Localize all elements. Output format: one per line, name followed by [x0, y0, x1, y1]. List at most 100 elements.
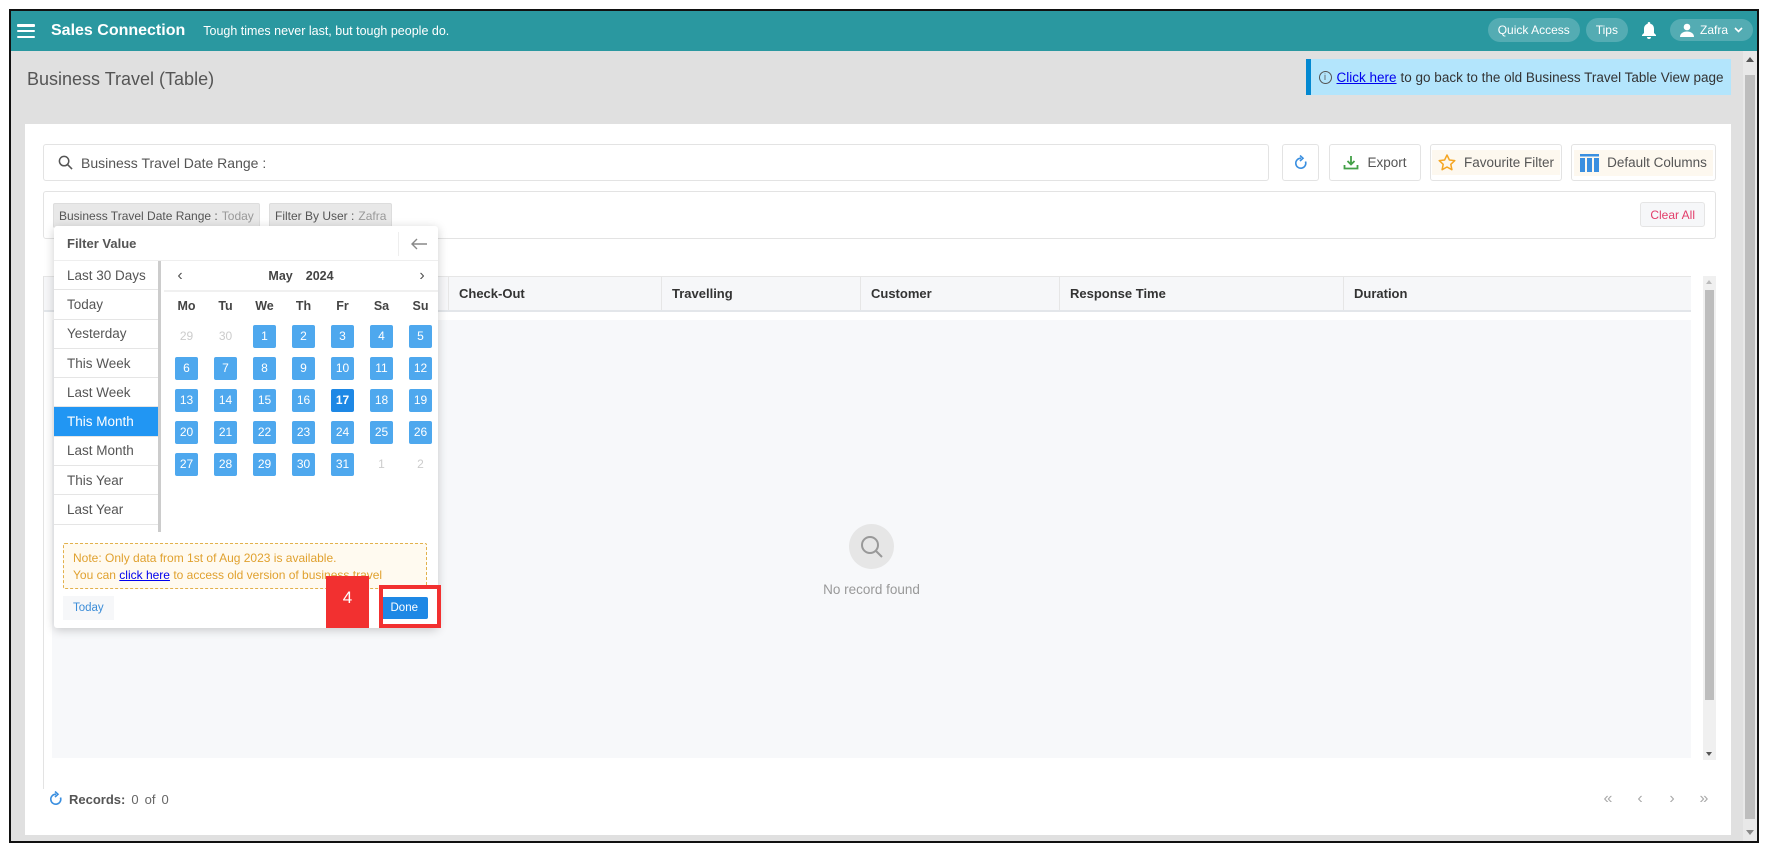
calendar-day[interactable]: 8: [245, 352, 284, 384]
calendar-day-number: 14: [214, 388, 237, 412]
prev-month-icon[interactable]: ‹: [170, 267, 190, 285]
favourite-filter-button[interactable]: Favourite Filter: [1430, 144, 1562, 181]
calendar-day-number: 29: [253, 452, 276, 476]
popover-title: Filter Value: [67, 235, 137, 251]
search-input[interactable]: Business Travel Date Range :: [43, 144, 1269, 181]
column-header-customer[interactable]: Customer: [861, 277, 1060, 310]
prev-page-icon[interactable]: ‹: [1634, 790, 1646, 808]
banner-text: to go back to the old Business Travel Ta…: [1400, 69, 1724, 85]
user-menu[interactable]: Zafra: [1669, 19, 1753, 41]
brand-name[interactable]: Sales Connection: [51, 22, 185, 40]
preset-item[interactable]: Yesterday: [54, 319, 158, 349]
column-header-duration[interactable]: Duration: [1344, 277, 1491, 310]
next-month-icon[interactable]: ›: [412, 267, 432, 285]
records-shown: 0: [131, 791, 139, 807]
calendar-month[interactable]: May: [268, 269, 292, 283]
preset-item[interactable]: Last 30 Days: [54, 261, 158, 291]
calendar-day-number: 26: [409, 420, 432, 444]
export-button[interactable]: Export: [1329, 144, 1421, 181]
calendar-day[interactable]: 13: [167, 384, 206, 416]
tagline: Tough times never last, but tough people…: [203, 24, 450, 38]
next-page-icon[interactable]: ›: [1666, 790, 1678, 808]
calendar-day[interactable]: 10: [323, 352, 362, 384]
calendar-day[interactable]: 29: [245, 448, 284, 480]
today-button[interactable]: Today: [63, 596, 114, 620]
calendar-day[interactable]: 15: [245, 384, 284, 416]
calendar-day-number: 30: [218, 329, 233, 343]
calendar-day[interactable]: 18: [362, 384, 401, 416]
calendar-day[interactable]: 9: [284, 352, 323, 384]
page-scrollbar[interactable]: [1743, 51, 1757, 841]
first-page-icon[interactable]: «: [1602, 790, 1614, 808]
calendar-year[interactable]: 2024: [306, 269, 334, 283]
old-version-link[interactable]: click here: [119, 568, 170, 582]
calendar-day[interactable]: 16: [284, 384, 323, 416]
reload-icon[interactable]: [49, 791, 63, 807]
user-name: Zafra: [1699, 23, 1728, 37]
calendar-day[interactable]: 27: [167, 448, 206, 480]
calendar-day-number: 25: [370, 420, 393, 444]
calendar-day[interactable]: 31: [323, 448, 362, 480]
calendar-day[interactable]: 19: [401, 384, 440, 416]
calendar-day[interactable]: 1: [245, 320, 284, 352]
calendar-day-number: 3: [331, 324, 354, 348]
calendar-day[interactable]: 23: [284, 416, 323, 448]
weekday-label: Tu: [218, 299, 233, 313]
preset-list[interactable]: Last 30 Days Today Yesterday This Week Last …: [54, 261, 161, 532]
calendar-day[interactable]: 5: [401, 320, 440, 352]
calendar-day[interactable]: 12: [401, 352, 440, 384]
calendar-day-number: 21: [214, 420, 237, 444]
preset-item[interactable]: This Month: [54, 407, 158, 437]
tips-button[interactable]: Tips: [1585, 18, 1628, 42]
calendar-day[interactable]: 11: [362, 352, 401, 384]
calendar-day[interactable]: 30: [284, 448, 323, 480]
calendar-day[interactable]: 24: [323, 416, 362, 448]
calendar-day[interactable]: 6: [167, 352, 206, 384]
preset-item[interactable]: Last Year: [54, 495, 158, 525]
calendar-day[interactable]: 1: [362, 448, 401, 480]
hamburger-menu-icon[interactable]: [17, 24, 35, 38]
calendar-day[interactable]: 20: [167, 416, 206, 448]
notification-bell-icon[interactable]: [1634, 17, 1664, 43]
preset-item[interactable]: This Week: [54, 348, 158, 379]
calendar-day-number: 31: [331, 452, 354, 476]
no-record-text: No record found: [823, 582, 920, 597]
no-record-search-icon: [849, 524, 894, 569]
filter-chip-date-range[interactable]: Business Travel Date Range : Today: [53, 203, 260, 228]
old-view-link[interactable]: Click here: [1337, 70, 1397, 85]
refresh-button[interactable]: [1282, 144, 1319, 181]
calendar-day[interactable]: 17: [323, 384, 362, 416]
calendar-day[interactable]: 29: [167, 320, 206, 352]
column-header-response-time[interactable]: Response Time: [1060, 277, 1344, 310]
table-scrollbar[interactable]: [1703, 276, 1716, 760]
filter-chip-user[interactable]: Filter By User : Zafra: [269, 203, 393, 228]
column-header-check-out[interactable]: Check-Out: [449, 277, 662, 310]
calendar-day[interactable]: 25: [362, 416, 401, 448]
columns-icon: [1580, 153, 1600, 172]
default-columns-button[interactable]: Default Columns: [1571, 144, 1716, 181]
calendar-day-number: 1: [378, 457, 385, 471]
calendar-day[interactable]: 21: [206, 416, 245, 448]
calendar-day[interactable]: 14: [206, 384, 245, 416]
preset-item[interactable]: Today: [54, 290, 158, 320]
calendar-day[interactable]: 7: [206, 352, 245, 384]
calendar-day[interactable]: 30: [206, 320, 245, 352]
preset-item[interactable]: This Quarter: [54, 524, 158, 532]
calendar-day[interactable]: 2: [284, 320, 323, 352]
calendar-day[interactable]: 4: [362, 320, 401, 352]
preset-item[interactable]: Last Week: [54, 378, 158, 408]
calendar-day[interactable]: 26: [401, 416, 440, 448]
column-header-travelling[interactable]: Travelling: [662, 277, 861, 310]
preset-item[interactable]: This Year: [54, 466, 158, 496]
quick-access-button[interactable]: Quick Access: [1487, 18, 1580, 42]
last-page-icon[interactable]: »: [1698, 790, 1710, 808]
calendar-day[interactable]: 22: [245, 416, 284, 448]
calendar-day[interactable]: 2: [401, 448, 440, 480]
clear-all-button[interactable]: Clear All: [1640, 202, 1705, 227]
info-icon: i: [1318, 70, 1332, 84]
back-arrow-icon[interactable]: [398, 232, 438, 256]
data-availability-note: Note: Only data from 1st of Aug 2023 is …: [63, 543, 427, 589]
calendar-day[interactable]: 3: [323, 320, 362, 352]
preset-item[interactable]: Last Month: [54, 436, 158, 467]
calendar-day[interactable]: 28: [206, 448, 245, 480]
